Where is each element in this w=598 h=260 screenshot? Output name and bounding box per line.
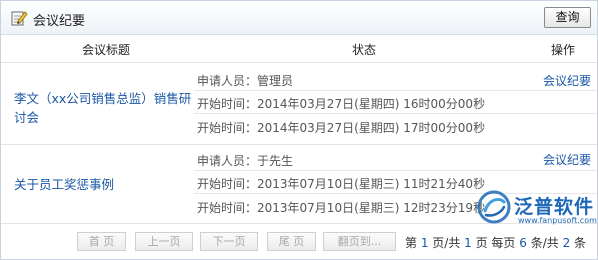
start-time-text: 开始时间：2014年03月27日(星期四) 17时00分00秒 bbox=[197, 121, 486, 135]
column-header-status: 状态 bbox=[352, 43, 377, 57]
column-header-title: 会议标题 bbox=[82, 43, 131, 57]
brand-watermark: 泛普软件 www.fanpusoft.com bbox=[474, 187, 598, 231]
page-info-text: 页 每页 bbox=[471, 236, 520, 250]
panel-header: 会议纪要 查询 bbox=[1, 1, 597, 35]
page-info: 第 1 页/共 1 页 每页 6 条/共 2 条 bbox=[405, 234, 586, 251]
start-time-text: 开始时间：2013年07月10日(星期三) 12时23分19秒 bbox=[197, 201, 486, 215]
page-info-text: 第 bbox=[405, 236, 421, 250]
applicant-text: 申请人员：于先生 bbox=[197, 154, 294, 168]
first-page-button[interactable]: 首 页 bbox=[77, 232, 126, 251]
brand-url: www.fanpusoft.com bbox=[518, 216, 597, 225]
table-header: 会议标题 状态 操作 bbox=[1, 35, 597, 63]
meeting-minutes-panel: 会议纪要 查询 会议标题 状态 操作 李文（xx公司销售总监）销售研讨会 申请人… bbox=[0, 0, 598, 260]
start-time-text: 开始时间：2013年07月10日(星期三) 11时21分40秒 bbox=[197, 177, 486, 191]
meeting-title-link[interactable]: 李文（xx公司销售总监）销售研讨会 bbox=[14, 89, 194, 127]
start-time-text: 开始时间：2014年03月27日(星期四) 16时00分00秒 bbox=[197, 97, 486, 111]
query-button[interactable]: 查询 bbox=[544, 7, 591, 28]
meeting-minutes-link[interactable]: 会议纪要 bbox=[543, 72, 591, 89]
applicant-text: 申请人员：管理员 bbox=[197, 74, 294, 88]
page-info-text: 页/共 bbox=[428, 236, 465, 250]
per-page-number: 6 bbox=[519, 236, 527, 250]
notepad-edit-icon bbox=[11, 11, 28, 26]
last-page-button[interactable]: 尾 页 bbox=[267, 232, 316, 251]
table-row: 李文（xx公司销售总监）销售研讨会 申请人员：管理员 开始时间：2014年03月… bbox=[1, 65, 597, 143]
prev-page-button[interactable]: 上一页 bbox=[135, 232, 193, 251]
meeting-title-link[interactable]: 关于员工奖惩事例 bbox=[14, 175, 194, 194]
applicant-line: 申请人员：管理员 bbox=[194, 68, 597, 91]
page-info-text: 条/共 bbox=[526, 236, 563, 250]
start-time-line: 开始时间：2014年03月27日(星期四) 16时00分00秒 bbox=[194, 91, 597, 114]
brand-logo-icon bbox=[477, 190, 511, 224]
page-info-text: 条 bbox=[570, 236, 587, 250]
total-pages-number: 1 bbox=[464, 236, 472, 250]
next-page-button[interactable]: 下一页 bbox=[200, 232, 258, 251]
column-header-operation: 操作 bbox=[551, 43, 576, 57]
pagination: 首 页 上一页 下一页 尾 页 翻页到... 第 1 页/共 1 页 每页 6 … bbox=[1, 230, 597, 254]
page-title: 会议纪要 bbox=[33, 14, 86, 29]
start-time-line: 开始时间：2014年03月27日(星期四) 17时00分00秒 bbox=[194, 115, 597, 138]
meeting-minutes-link[interactable]: 会议纪要 bbox=[543, 151, 591, 168]
goto-page-button[interactable]: 翻页到... bbox=[323, 232, 396, 251]
applicant-line: 申请人员：于先生 bbox=[194, 148, 597, 171]
brand-name: 泛普软件 bbox=[514, 196, 595, 218]
